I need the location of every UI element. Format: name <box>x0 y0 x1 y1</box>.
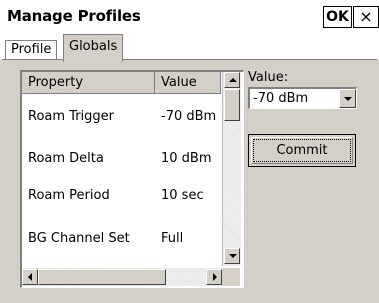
arrow-up-icon <box>229 78 237 82</box>
commit-button[interactable]: Commit <box>248 134 356 167</box>
arrow-left-icon <box>28 273 32 281</box>
manage-profiles-window: Manage Profiles OK × Profile Globals Pro… <box>0 0 379 303</box>
row-roam-delta-property[interactable]: Roam Delta <box>28 151 104 166</box>
close-button[interactable]: × <box>353 6 379 28</box>
ok-button[interactable]: OK <box>323 6 352 28</box>
chevron-down-icon <box>344 97 352 101</box>
row-roam-period-property[interactable]: Roam Period <box>28 188 110 203</box>
tab-profile[interactable]: Profile <box>5 40 58 60</box>
column-header-value[interactable]: Value <box>155 72 221 94</box>
value-dropdown[interactable]: -70 dBm <box>248 87 357 109</box>
scroll-down-button[interactable] <box>224 248 240 264</box>
column-header-property[interactable]: Property <box>22 72 155 94</box>
row-roam-period-value[interactable]: 10 sec <box>161 188 204 203</box>
dropdown-button[interactable] <box>339 89 356 108</box>
row-roam-delta-value[interactable]: 10 dBm <box>161 151 212 166</box>
title-bar: Manage Profiles OK × <box>0 0 379 34</box>
row-bg-channel-set-property[interactable]: BG Channel Set <box>28 231 130 246</box>
horizontal-scroll-thumb[interactable] <box>38 269 166 285</box>
arrow-down-icon <box>229 254 237 258</box>
tab-globals[interactable]: Globals <box>63 34 124 62</box>
scroll-left-button[interactable] <box>22 269 38 285</box>
property-grid[interactable]: Property Value Roam Trigger -70 dBm Roam… <box>20 70 244 288</box>
vertical-scrollbar[interactable] <box>222 72 241 266</box>
scroll-thumb[interactable] <box>224 89 240 121</box>
row-roam-trigger-property[interactable]: Roam Trigger <box>28 109 114 124</box>
value-label: Value: <box>248 70 289 85</box>
value-dropdown-selected: -70 dBm <box>253 91 309 106</box>
scrollbar-corner <box>222 268 240 286</box>
commit-button-label: Commit <box>253 139 351 162</box>
arrow-right-icon <box>213 273 217 281</box>
scroll-up-button[interactable] <box>224 72 240 88</box>
row-bg-channel-set-value[interactable]: Full <box>161 231 183 246</box>
row-roam-trigger-value[interactable]: -70 dBm <box>161 109 216 124</box>
window-title: Manage Profiles <box>7 7 141 25</box>
horizontal-scrollbar[interactable] <box>22 268 222 286</box>
scroll-right-button[interactable] <box>206 269 222 285</box>
